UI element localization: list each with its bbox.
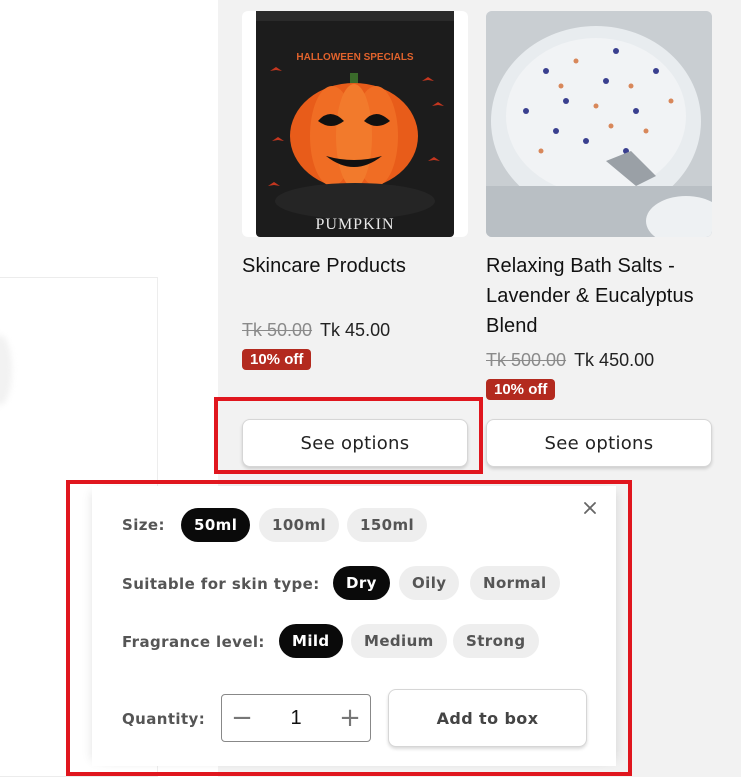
product-title[interactable]: Skincare Products xyxy=(242,251,406,281)
image-caption-top: HALLOWEEN SPECIALS xyxy=(296,52,414,63)
price-sale: Tk 450.00 xyxy=(574,350,655,370)
product-title-line-3[interactable]: Blend xyxy=(486,311,538,341)
price-original: Tk 50.00 xyxy=(242,320,313,340)
image-caption-bottom: PUMPKIN xyxy=(315,216,394,233)
product-image-pumpkin[interactable]: HALLOWEEN SPECIALS PUMPKIN xyxy=(242,11,468,237)
product-price: Tk 50.00 Tk 45.00 xyxy=(242,320,390,341)
discount-badge: 10% off xyxy=(242,349,312,370)
bath-salts-jar-image xyxy=(486,11,712,237)
product-title-line-1[interactable]: Relaxing Bath Salts - xyxy=(486,251,675,281)
page: HALLOWEEN SPECIALS PUMPKIN Skincare Prod… xyxy=(0,0,741,777)
price-sale: Tk 45.00 xyxy=(320,320,391,340)
pumpkin-bag-image: HALLOWEEN SPECIALS PUMPKIN xyxy=(242,11,468,237)
see-options-button[interactable]: See options xyxy=(486,419,712,467)
discount-badge: 10% off xyxy=(486,379,556,400)
highlight-see-options xyxy=(214,397,483,474)
highlight-options-panel xyxy=(66,480,632,776)
price-original: Tk 500.00 xyxy=(486,350,567,370)
product-price: Tk 500.00 Tk 450.00 xyxy=(486,350,654,371)
product-title-line-2[interactable]: Lavender & Eucalyptus xyxy=(486,281,694,311)
product-image-bath-salts[interactable] xyxy=(486,11,712,237)
